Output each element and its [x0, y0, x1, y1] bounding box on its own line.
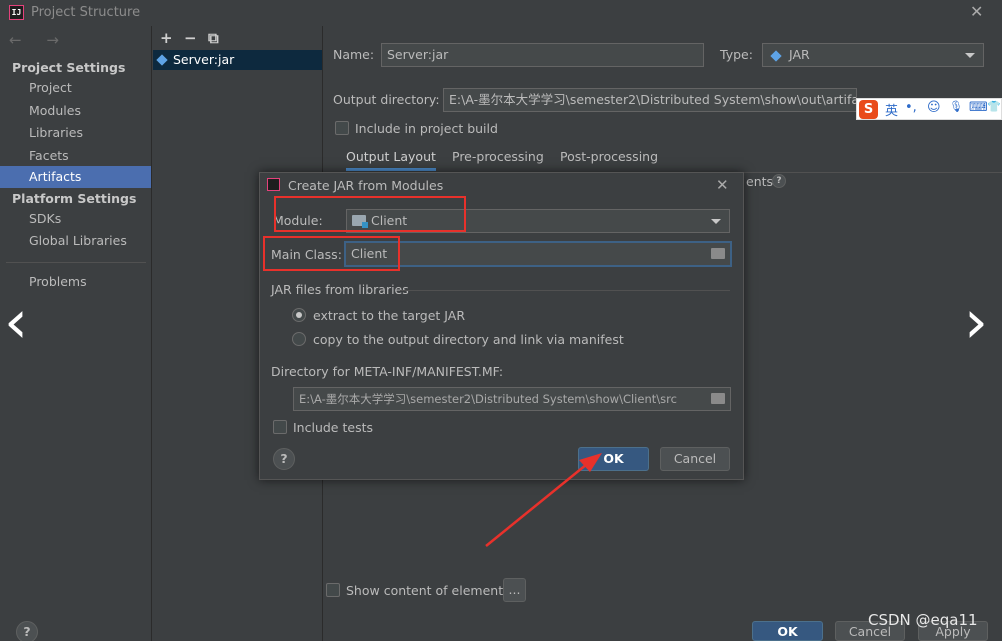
- main-class-field[interactable]: Client: [345, 242, 731, 266]
- copy-label: copy to the output directory and link vi…: [313, 332, 624, 347]
- jar-artifact-icon: [156, 54, 168, 66]
- intellij-icon: IJ: [9, 5, 24, 20]
- extract-label: extract to the target JAR: [313, 308, 466, 323]
- intellij-icon: [267, 178, 280, 191]
- add-icon[interactable]: +: [160, 29, 173, 47]
- dialog-cancel-button[interactable]: Cancel: [660, 447, 730, 471]
- sidebar-item-global-libraries[interactable]: Global Libraries: [0, 230, 151, 252]
- microphone-icon[interactable]: 🎙: [949, 100, 963, 113]
- tab-output-layout[interactable]: Output Layout: [346, 149, 436, 171]
- sidebar-divider: [6, 262, 146, 263]
- remove-icon[interactable]: −: [184, 29, 197, 47]
- sidebar-item-project[interactable]: Project: [0, 77, 151, 99]
- back-forward-icons[interactable]: ← →: [9, 31, 69, 49]
- dialog-help-button[interactable]: ?: [273, 448, 295, 470]
- output-directory-field[interactable]: E:\A-墨尔本大学学习\semester2\Distributed Syste…: [443, 88, 857, 112]
- jar-type-icon: [770, 50, 782, 62]
- annotation-arrow: [485, 453, 602, 547]
- show-content-checkbox[interactable]: [326, 583, 340, 597]
- dialog-close-icon[interactable]: ✕: [716, 176, 729, 194]
- chevron-down-icon: [711, 219, 721, 224]
- include-in-build-label: Include in project build: [355, 121, 498, 136]
- type-label: Type:: [720, 47, 753, 62]
- sidebar-item-facets[interactable]: Facets: [0, 145, 151, 167]
- artifact-list-item[interactable]: Server:jar: [153, 50, 322, 70]
- skin-icon[interactable]: 👕: [987, 100, 1001, 113]
- copy-radio[interactable]: [292, 332, 306, 346]
- annotation-main-class-box: [263, 236, 400, 271]
- sidebar-item-modules[interactable]: Modules: [0, 100, 151, 122]
- ime-punctuation[interactable]: •,: [905, 100, 917, 115]
- help-icon[interactable]: ?: [772, 174, 786, 188]
- sidebar-item-sdks[interactable]: SDKs: [0, 208, 151, 230]
- section-divider: [400, 290, 730, 291]
- window-title: Project Structure: [31, 5, 141, 20]
- sidebar-item-artifacts[interactable]: Artifacts: [0, 166, 151, 188]
- artifact-name: Server:jar: [173, 52, 235, 67]
- watermark: CSDN @eqa11: [868, 611, 978, 629]
- next-image-icon[interactable]: ›: [964, 292, 988, 352]
- copy-icon[interactable]: ⧉: [208, 29, 219, 47]
- sogou-logo-icon: S: [859, 100, 878, 119]
- include-tests-checkbox[interactable]: [273, 420, 287, 434]
- footer-help-button[interactable]: ?: [16, 621, 38, 641]
- manifest-directory-label: Directory for META-INF/MANIFEST.MF:: [271, 364, 504, 379]
- type-value: JAR: [789, 47, 810, 62]
- tab-post-processing[interactable]: Post-processing: [560, 149, 658, 164]
- extract-radio[interactable]: [292, 308, 306, 322]
- section-project-settings: Project Settings: [12, 60, 126, 75]
- show-content-options-button[interactable]: ...: [503, 578, 526, 602]
- manifest-directory-field[interactable]: E:\A-墨尔本大学学习\semester2\Distributed Syste…: [293, 387, 731, 411]
- available-elements-label: ents: [746, 174, 774, 189]
- section-platform-settings: Platform Settings: [12, 191, 137, 206]
- manifest-directory-value: E:\A-墨尔本大学学习\semester2\Distributed Syste…: [299, 392, 677, 406]
- ime-language[interactable]: 英: [885, 100, 898, 119]
- name-label: Name:: [333, 47, 375, 62]
- keyboard-icon[interactable]: ⌨: [969, 100, 988, 115]
- folder-icon[interactable]: [711, 393, 725, 404]
- previous-image-icon[interactable]: ‹: [4, 292, 28, 352]
- type-combo[interactable]: JAR: [762, 43, 984, 67]
- annotation-module-box: [274, 196, 466, 232]
- folder-icon[interactable]: [711, 248, 725, 259]
- jar-files-section-label: JAR files from libraries: [271, 282, 409, 297]
- dialog-title: Create JAR from Modules: [288, 178, 444, 193]
- ime-toolbar[interactable]: S 英 •, ☺ 🎙 ⌨ 👕: [856, 98, 1002, 120]
- name-field[interactable]: Server:jar: [381, 43, 704, 67]
- include-tests-label: Include tests: [293, 420, 373, 435]
- emoji-icon[interactable]: ☺: [927, 100, 941, 115]
- ok-button[interactable]: OK: [752, 621, 823, 641]
- title-bar: [0, 0, 1002, 26]
- sidebar-item-libraries[interactable]: Libraries: [0, 122, 151, 144]
- show-content-label: Show content of elements: [346, 583, 510, 598]
- chevron-down-icon: [965, 53, 975, 58]
- include-in-build-checkbox[interactable]: [335, 121, 349, 135]
- tab-pre-processing[interactable]: Pre-processing: [452, 149, 544, 164]
- output-directory-label: Output directory:: [333, 92, 440, 107]
- close-icon[interactable]: ✕: [970, 2, 983, 21]
